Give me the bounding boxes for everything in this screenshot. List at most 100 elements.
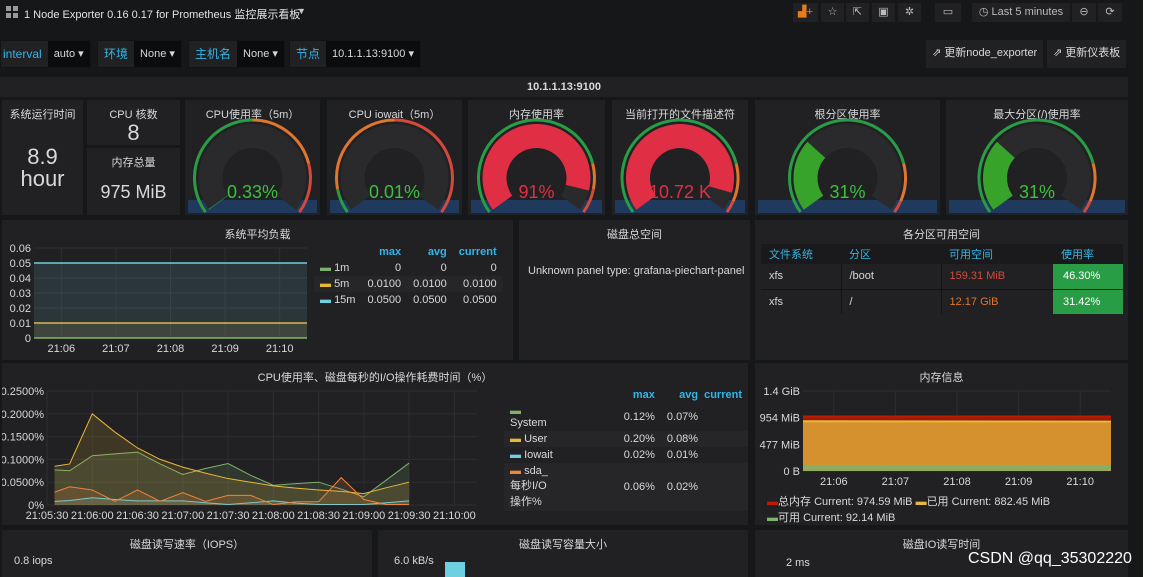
- y-tick-label: 0.06: [10, 243, 31, 255]
- memory-legend: ▬总内存 Current: 974.59 MiB ▬已用 Current: 88…: [767, 496, 1051, 524]
- variable-interval[interactable]: interval auto ▾: [0, 40, 91, 68]
- caret-down-icon[interactable]: ▼: [297, 6, 306, 16]
- bar: [445, 562, 465, 577]
- x-tick-label: 21:08:30: [297, 510, 340, 522]
- x-tick-label: 21:10: [266, 343, 294, 355]
- x-tick-label: 21:09:00: [342, 510, 385, 522]
- env-select[interactable]: None ▾: [134, 41, 181, 67]
- x-tick-label: 21:10: [1066, 476, 1094, 488]
- gauge-value: 0.33%: [226, 182, 279, 202]
- zoom-out-button[interactable]: ⊖: [1072, 3, 1096, 22]
- x-tick-label: 21:07: [102, 343, 130, 355]
- dashboard-title[interactable]: 1 Node Exporter 0.16 0.17 for Prometheus…: [24, 6, 300, 22]
- gauge-value: 31%: [829, 182, 866, 202]
- y-tick-label: 0.03: [10, 288, 31, 300]
- y-tick-label: 0.05: [10, 258, 31, 270]
- y-tick-label: 0.01: [10, 318, 31, 330]
- gauge-panel: CPU使用率（5m） 0.33%: [185, 100, 320, 215]
- gauge-value: 31%: [1018, 182, 1056, 202]
- y-tick-label: 0 B: [783, 466, 800, 478]
- time-picker[interactable]: ◷ Last 5 minutes: [972, 3, 1070, 22]
- variable-env[interactable]: 环境 None ▾: [97, 40, 182, 68]
- mem-total-panel: 内存总量 975 MiB: [87, 148, 180, 215]
- top-navbar: 1 Node Exporter 0.16 0.17 for Prometheus…: [0, 0, 1143, 26]
- interval-select[interactable]: auto ▾: [47, 41, 90, 67]
- y-tick-label: 0.1500%: [2, 432, 44, 444]
- settings-button[interactable]: ✲: [898, 3, 921, 22]
- x-tick-label: 21:06:00: [71, 510, 114, 522]
- legend-row: ▬ System 0.12% 0.07%: [510, 405, 699, 429]
- table-row: xfs/ 12.17 GiB 31.42%: [761, 288, 1123, 314]
- refresh-button[interactable]: ⟳: [1098, 3, 1122, 22]
- memory-info-panel: 内存信息 0 B 477 MiB 954 MiB 1.4 GiB 21:06 21:07 2…: [755, 363, 1128, 525]
- add-panel-button[interactable]: ▟+: [793, 3, 818, 22]
- y-tick-label: 0.0500%: [2, 477, 44, 489]
- dashboard-grid-icon[interactable]: [6, 6, 18, 18]
- star-button[interactable]: ☆: [821, 3, 844, 22]
- save-button[interactable]: ▣: [872, 3, 895, 22]
- gauge-panel: 当前打开的文件描述符 10.72 K: [612, 100, 748, 215]
- y-tick-label: 0.1000%: [2, 454, 44, 466]
- dashboard: 1 Node Exporter 0.16 0.17 for Prometheus…: [0, 0, 1143, 577]
- x-tick-label: 21:06: [820, 476, 848, 488]
- load-average-panel: 系统平均负载 0 0.01 0.02 0.03 0.04 0.05 0.06 21:06 21:…: [2, 220, 513, 360]
- series-area: [34, 263, 307, 338]
- external-link-icon: ⇗: [1053, 47, 1066, 59]
- tv-mode-button[interactable]: ▭: [935, 3, 961, 22]
- x-tick-label: 21:06:30: [116, 510, 159, 522]
- x-tick-label: 21:07:00: [161, 510, 204, 522]
- x-tick-label: 21:09:30: [388, 510, 431, 522]
- x-tick-label: 21:06: [48, 343, 76, 355]
- table-row: xfs/boot 159.31 MiB 46.30%: [761, 264, 1123, 289]
- cpu-chart[interactable]: 0%0.0500%0.1000%0.1500%0.2000%0.2500%21:…: [2, 383, 502, 525]
- x-tick-label: 21:07: [882, 476, 910, 488]
- x-tick-label: 21:07:30: [207, 510, 250, 522]
- y-tick-label: 0.2500%: [2, 386, 44, 398]
- iops-panel: 磁盘读写速率（IOPS） 0.8 iops: [2, 530, 372, 577]
- y-tick-label: 0.2000%: [2, 409, 44, 421]
- gauge-value: 0.01%: [368, 182, 421, 202]
- x-tick-label: 21:05:30: [26, 510, 69, 522]
- series-area: [803, 421, 1111, 471]
- y-tick-label: 1.4 GiB: [763, 386, 800, 398]
- variable-hostname[interactable]: 主机名 None ▾: [188, 40, 285, 68]
- legend-row: ▬ 5m 0.0100 0.0100 0.0100: [314, 276, 503, 292]
- row-header[interactable]: 10.1.1.13:9100: [0, 77, 1128, 97]
- node-select[interactable]: 10.1.1.13:9100 ▾: [326, 41, 420, 67]
- uptime-panel: 系统运行时间 8.9 hour: [2, 100, 83, 215]
- hostname-select[interactable]: None ▾: [237, 41, 284, 67]
- gauge-panel: 内存使用率 91%: [468, 100, 605, 215]
- legend-row: ▬ 15m 0.0500 0.0500 0.0500: [320, 294, 497, 306]
- x-tick-label: 21:10:00: [433, 510, 476, 522]
- load-legend: max avg current ▬ 1m 0 0 0 ▬ 5m 0.0100 0.0100 0.…: [314, 244, 503, 308]
- x-tick-label: 21:08:00: [252, 510, 295, 522]
- link-update-dashboard[interactable]: ⇗ 更新仪表板: [1047, 40, 1127, 68]
- gauge-panel: 最大分区(/)使用率 31%: [946, 100, 1128, 215]
- y-tick-label: 0: [25, 333, 31, 345]
- partitions-table: 文件系统 分区 可用空间 使用率 xfs/boot 159.31 MiB 46.3…: [761, 244, 1123, 314]
- y-tick-label: 477 MiB: [760, 439, 800, 451]
- load-chart[interactable]: 0 0.01 0.02 0.03 0.04 0.05 0.06 21:06 21:07 21:08…: [2, 240, 312, 360]
- watermark: CSDN @qq_35302220: [968, 550, 1132, 567]
- gauge-panel: 根分区使用率 31%: [755, 100, 940, 215]
- y-tick-label: 0.04: [10, 273, 31, 285]
- disk-total-panel: 磁盘总空间 Unknown panel type: grafana-piecha…: [519, 220, 750, 360]
- gauge-value: 91%: [518, 182, 555, 202]
- share-button[interactable]: ⇱: [846, 3, 869, 22]
- disk-throughput-panel: 磁盘读写容量大小 6.0 kB/s: [378, 530, 748, 577]
- memory-chart[interactable]: 0 B 477 MiB 954 MiB 1.4 GiB 21:06 21:07 21:08 2…: [755, 383, 1128, 491]
- x-tick-label: 21:08: [943, 476, 971, 488]
- link-update-node-exporter[interactable]: ⇗ 更新node_exporter: [926, 40, 1044, 68]
- cpu-cores-panel: CPU 核数 8: [87, 100, 180, 145]
- legend-row: ▬ sda_每秒I/O操作% 0.06% 0.02%: [504, 463, 748, 511]
- gauge-value: 10.72 K: [648, 182, 712, 202]
- variable-node[interactable]: 节点 10.1.1.13:9100 ▾: [289, 40, 421, 68]
- clock-icon: ◷: [978, 6, 992, 18]
- partitions-panel: 各分区可用空间 文件系统 分区 可用空间 使用率 xfs/boot 159.31…: [755, 220, 1128, 360]
- legend-row: ▬ Iowait 0.02% 0.01%: [510, 449, 699, 461]
- y-tick-label: 954 MiB: [760, 413, 800, 425]
- x-tick-label: 21:08: [157, 343, 185, 355]
- legend-row: ▬ 1m 0 0 0: [320, 262, 497, 274]
- gauge-panel: CPU iowait（5m） 0.01%: [327, 100, 462, 215]
- y-tick-label: 0.02: [10, 303, 31, 315]
